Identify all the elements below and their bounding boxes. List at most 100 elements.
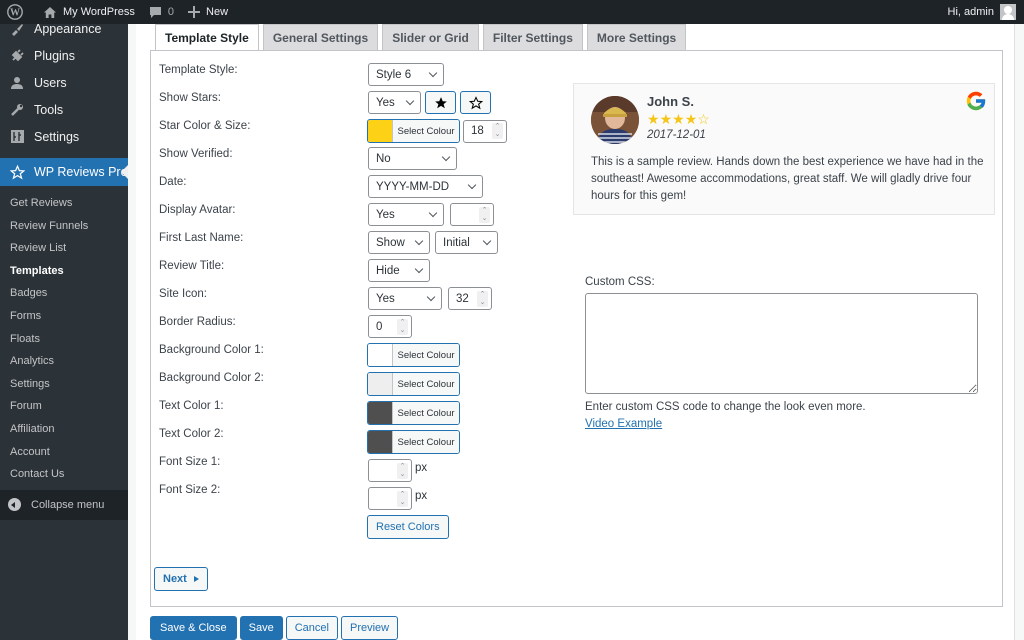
submenu-item-affiliation[interactable]: Affiliation <box>0 418 128 441</box>
tab-filter-settings[interactable]: Filter Settings <box>482 24 583 50</box>
last-name-select[interactable]: Initial <box>435 231 498 254</box>
wordpress-logo-button[interactable]: W <box>0 0 36 24</box>
review-date: 2017-12-01 <box>647 129 706 141</box>
submenu-item-get-reviews[interactable]: Get Reviews <box>0 192 128 215</box>
star-size-input[interactable]: 18 ⌃ ⌄ <box>463 119 507 143</box>
cancel-button[interactable]: Cancel <box>285 616 338 640</box>
site-icon-size-input[interactable]: 32 ⌃ ⌄ <box>448 287 492 310</box>
custom-css-textarea[interactable] <box>585 293 978 394</box>
spinner-icon[interactable]: ⌃ ⌄ <box>397 318 408 335</box>
google-icon <box>964 89 988 116</box>
save-button[interactable]: Save <box>239 616 283 640</box>
new-content-link[interactable]: New <box>181 0 235 24</box>
collapse-menu-button[interactable]: Collapse menu <box>0 489 128 520</box>
menu-label: WP Reviews Pro <box>34 165 128 179</box>
chevron-down-icon <box>414 236 424 245</box>
select-colour-label: Select Colour <box>393 120 459 142</box>
spinner-icon[interactable]: ⌃ ⌄ <box>492 123 503 139</box>
home-icon <box>44 6 56 18</box>
next-button[interactable]: Next <box>154 567 208 591</box>
label-text-color-1: Text Color 1: <box>159 400 224 412</box>
menu-item-settings[interactable]: Settings <box>0 123 128 150</box>
my-account-link[interactable]: Hi, admin <box>948 4 1024 20</box>
text-color-2-picker[interactable]: Select Colour <box>367 430 460 454</box>
label-show-verified: Show Verified: <box>159 148 233 160</box>
star-color-picker[interactable]: Select Colour <box>367 119 460 143</box>
chevron-down-icon <box>405 96 415 105</box>
show-stars-select[interactable]: Yes <box>368 91 421 114</box>
comments-count: 0 <box>167 6 175 18</box>
preview-button[interactable]: Preview <box>340 616 399 640</box>
input-value: 32 <box>456 292 469 305</box>
plugin-icon <box>8 48 26 63</box>
submenu-item-review-funnels[interactable]: Review Funnels <box>0 215 128 238</box>
outline-star-button[interactable] <box>460 91 491 114</box>
menu-item-wp-reviews-pro[interactable]: WP Reviews Pro <box>0 158 128 186</box>
bg-color-2-picker[interactable]: Select Colour <box>367 372 460 396</box>
bg-color-1-picker[interactable]: Select Colour <box>367 343 460 367</box>
display-avatar-select[interactable]: Yes <box>368 203 444 226</box>
star-filled-icon <box>434 96 447 108</box>
star-outline-icon: ☆ <box>697 111 710 127</box>
label-border-radius: Border Radius: <box>159 316 236 328</box>
tab-template-style[interactable]: Template Style <box>155 24 259 51</box>
chevron-down-icon <box>414 264 424 273</box>
px-unit: px <box>415 461 428 474</box>
px-unit: px <box>415 489 428 502</box>
spinner-icon[interactable]: ⌃ ⌄ <box>477 290 488 307</box>
tab-more-settings[interactable]: More Settings <box>586 24 687 50</box>
text-color-1-picker[interactable]: Select Colour <box>367 401 460 425</box>
submenu-item-forum[interactable]: Forum <box>0 395 128 418</box>
tab-slider-or-grid[interactable]: Slider or Grid <box>382 24 479 50</box>
font-size-1-input[interactable]: ⌃ ⌄ <box>368 459 412 482</box>
template-style-select[interactable]: Style 6 <box>368 63 444 86</box>
page-scrollbar[interactable] <box>1014 24 1024 640</box>
color-swatch <box>368 373 393 395</box>
avatar-size-input[interactable]: ⌃ ⌄ <box>450 203 494 226</box>
submenu-item-templates[interactable]: Templates <box>0 260 128 283</box>
comments-link[interactable]: 0 <box>142 0 181 24</box>
font-size-2-input[interactable]: ⌃ ⌄ <box>368 487 412 510</box>
custom-css-label: Custom CSS: <box>585 276 655 288</box>
submenu-item-badges[interactable]: Badges <box>0 282 128 305</box>
submenu-item-settings[interactable]: Settings <box>0 373 128 396</box>
submenu-item-floats[interactable]: Floats <box>0 328 128 351</box>
collapse-icon <box>8 498 21 512</box>
menu-item-tools[interactable]: Tools <box>0 96 128 123</box>
input-value: 18 <box>471 125 484 137</box>
spinner-icon[interactable]: ⌃ ⌄ <box>397 462 408 479</box>
reset-colors-button[interactable]: Reset Colors <box>367 515 449 539</box>
video-example-link[interactable]: Video Example <box>585 418 662 430</box>
submenu-item-contact-us[interactable]: Contact Us <box>0 463 128 486</box>
first-name-select[interactable]: Show <box>368 231 430 254</box>
select-colour-label: Select Colour <box>393 344 459 366</box>
spinner-icon[interactable]: ⌃ ⌄ <box>397 490 408 507</box>
submenu-item-analytics[interactable]: Analytics <box>0 350 128 373</box>
submenu-item-review-list[interactable]: Review List <box>0 237 128 260</box>
submenu-item-forms[interactable]: Forms <box>0 305 128 328</box>
filled-star-button[interactable] <box>425 91 456 114</box>
save-close-button[interactable]: Save & Close <box>150 616 237 640</box>
spinner-icon[interactable]: ⌃ ⌄ <box>479 206 490 223</box>
select-colour-label: Select Colour <box>393 431 459 453</box>
submenu-item-account[interactable]: Account <box>0 441 128 464</box>
label-review-title: Review Title: <box>159 260 225 272</box>
svg-text:W: W <box>10 8 20 19</box>
star-filled-icon: ★ <box>659 111 673 127</box>
tab-general-settings[interactable]: General Settings <box>262 24 379 50</box>
menu-item-plugins[interactable]: Plugins <box>0 42 128 69</box>
date-format-select[interactable]: YYYY-MM-DD <box>368 175 483 198</box>
new-label: New <box>206 6 229 18</box>
show-verified-select[interactable]: No <box>368 147 457 170</box>
site-name-link[interactable]: My WordPress <box>36 0 142 24</box>
border-radius-input[interactable]: 0 ⌃ ⌄ <box>368 315 412 338</box>
menu-label: Plugins <box>34 48 75 63</box>
site-icon-select[interactable]: Yes <box>368 287 442 310</box>
review-title-select[interactable]: Hide <box>368 259 430 282</box>
menu-label: Appearance <box>34 22 102 36</box>
user-avatar-icon <box>1000 4 1016 20</box>
menu-item-users[interactable]: Users <box>0 69 128 96</box>
select-value: Hide <box>376 264 400 277</box>
star-filled-icon: ★ <box>672 111 685 127</box>
menu-item-appearance[interactable]: Appearance <box>0 22 128 36</box>
